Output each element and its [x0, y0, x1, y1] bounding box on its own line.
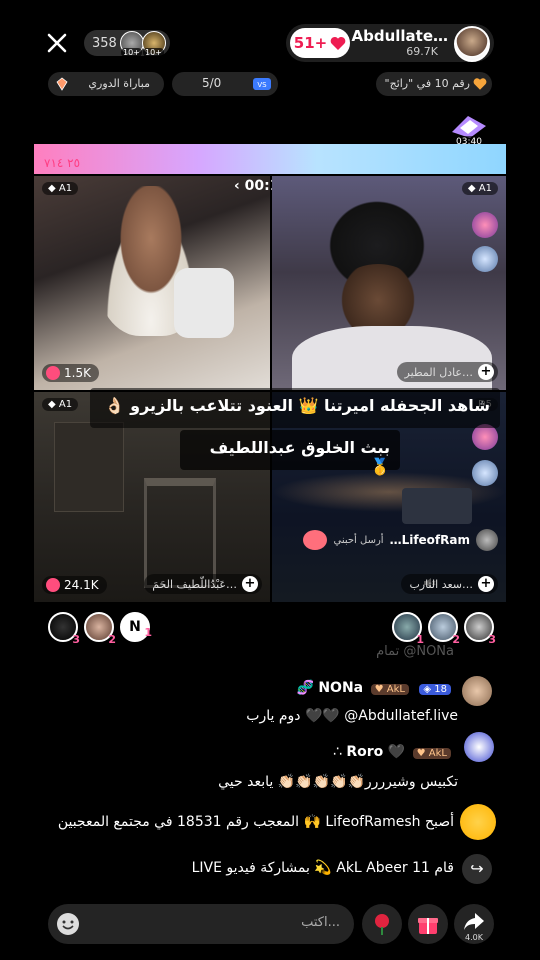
chat-message: Abdullatef.live@ 🖤🖤 دوم يارب	[246, 708, 458, 724]
room-shelf	[54, 422, 124, 512]
guest-score: 24.1K	[42, 576, 107, 594]
top-gifter-avatar[interactable]: 1	[392, 612, 424, 646]
guest-tag: أرسل أحبني	[333, 534, 384, 546]
guest-name: LifeofRam…	[389, 533, 470, 547]
host-avatar[interactable]	[454, 26, 490, 62]
level-badge: 18 ◈	[419, 684, 451, 695]
chat-message: تكبيس وشيرررر👏🏻👏🏻👏🏻👏🏻👏🏻 يابعد حيي	[218, 774, 458, 790]
score-bar: ٢٥ ٧١٤	[34, 144, 506, 174]
rank-label: رقم 10 في "رائج"	[384, 77, 470, 90]
close-button[interactable]	[44, 30, 70, 56]
league-match-chip[interactable]: مباراة الدوري	[48, 72, 164, 96]
score-icon	[46, 578, 60, 592]
cloud-icon[interactable]	[472, 460, 498, 486]
rose-gift-button[interactable]	[362, 904, 402, 944]
system-message: أصبح LifeofRamesh 🙌 المعجب رقم 18531 في …	[57, 814, 454, 830]
host-likes: 69.7K	[406, 45, 438, 58]
chat-user-line[interactable]: AkL ♥ 🖤 Roro ∴	[333, 744, 454, 760]
guest-name: عَبْدُاللّطيف الحَمَ…	[152, 577, 237, 591]
chat-username: Roro	[346, 744, 384, 760]
chat-faded: NONa@ تمام	[376, 644, 454, 659]
svg-text:VS: VS	[257, 81, 267, 89]
rank-number: 2	[108, 633, 116, 646]
guest-name-tag[interactable]: عادل المطير… +	[396, 362, 498, 382]
guest-name: سعد التارب…	[409, 577, 473, 591]
chat-username: NONa	[318, 680, 364, 696]
character-icon	[303, 530, 328, 550]
pinned-message: شاهد الجحفله اميرتنا 👑 العنود تتلاعب بال…	[90, 388, 500, 428]
club-badge: AkL ♥	[412, 748, 451, 759]
level-badge: ◆ A1	[42, 182, 79, 195]
add-icon[interactable]: +	[242, 576, 258, 592]
viewer-badge: 10+	[121, 48, 142, 57]
top-gifter-avatar[interactable]: 3	[48, 612, 80, 646]
match-score-chip[interactable]: 5/0 VS	[172, 72, 278, 96]
multi-guest-grid: ٢٥ ٧١٤ ◆ A1 1.5K ‹ 00:19 ◇ ◆ A1 عادل الم…	[34, 140, 506, 602]
add-icon[interactable]: +	[478, 576, 494, 592]
share-button[interactable]: 4.0K	[454, 904, 494, 944]
fan-club-icon	[460, 804, 496, 840]
share-arrow-icon	[464, 913, 484, 930]
level-badge: ◆ A1	[461, 182, 498, 195]
guest-name-tag[interactable]: عَبْدُاللّطيف الحَمَ… +	[144, 574, 262, 594]
rv-vehicle	[402, 488, 472, 524]
room-table	[144, 478, 216, 588]
match-score-label: 5/0	[202, 76, 222, 90]
viewer-badge: 10+	[143, 48, 164, 57]
chat-avatar[interactable]	[464, 732, 494, 762]
rank-number: 3	[488, 633, 496, 646]
avatar-letter: N	[129, 619, 141, 635]
microphone	[174, 268, 234, 338]
close-icon	[47, 33, 67, 53]
guest-name: عادل المطير…	[404, 365, 473, 379]
host-card[interactable]: 51+ Abdullate… 69.7K	[286, 24, 494, 62]
chat-user-line[interactable]: 18 ◈ AkL ♥ NONa 🧬	[296, 680, 454, 696]
score-value: ٢٥ ٧١٤	[44, 156, 81, 170]
chat-avatar[interactable]	[462, 676, 492, 706]
top-gifter-avatar[interactable]: 3	[464, 612, 496, 646]
guest-score-label: 24.1K	[64, 578, 99, 592]
level-badge: ◆ A1	[42, 398, 79, 411]
guest-join-tag[interactable]: LifeofRam… أرسل أحبني	[292, 528, 498, 552]
host-name: Abdullate…	[351, 27, 448, 45]
club-badge: AkL ♥	[370, 684, 409, 695]
top-gifter-avatar[interactable]: 2	[84, 612, 116, 646]
share-count: 4.0K	[465, 933, 483, 942]
rank-number: 3	[72, 633, 80, 646]
gift-box-icon	[418, 918, 438, 934]
emoji-icon[interactable]	[55, 911, 81, 937]
gem-icon	[56, 77, 68, 91]
league-label: مباراة الدوري	[88, 77, 150, 90]
viewer-count[interactable]: 358 10+ 10+	[84, 30, 170, 57]
pinned-message-2: ببث الخلوق عبداللطيف 🥇	[180, 430, 400, 476]
follow-count: 51+	[293, 34, 328, 52]
guest-name-tag[interactable]: سعد التارب… +	[401, 574, 498, 594]
comment-placeholder: اكتب...	[301, 915, 340, 930]
gift-icon[interactable]	[472, 212, 498, 238]
score-icon	[46, 366, 60, 380]
system-message: قام 11 AkL Abeer 💫 بمشاركة فيديو LIVE	[191, 860, 454, 876]
gift-button[interactable]	[408, 904, 448, 944]
rose-icon	[375, 914, 389, 935]
viewer-count-label: 358	[92, 35, 117, 51]
guest-video-2[interactable]: ◆ A1 عادل المطير… +	[272, 176, 506, 390]
heart-icon: 🖤	[387, 744, 406, 760]
cloud-icon[interactable]	[472, 246, 498, 272]
guest-video-1[interactable]: ◆ A1 1.5K	[34, 176, 270, 390]
guest-avatar	[476, 529, 498, 551]
top-gifter-avatar[interactable]: N 1	[120, 612, 152, 642]
guest-score: 1.5K	[42, 364, 99, 382]
heart-icon	[473, 78, 487, 90]
viewer-avatar[interactable]: 10+	[142, 31, 166, 57]
comment-input[interactable]: اكتب...	[48, 904, 354, 944]
top-gifter-avatar[interactable]: 2	[428, 612, 460, 646]
rank-number: 1	[144, 626, 152, 639]
versus-icon: VS	[253, 78, 271, 90]
viewer-avatar[interactable]: 10+	[120, 31, 144, 57]
guest-score-label: 1.5K	[64, 366, 91, 380]
trending-rank-chip[interactable]: رقم 10 في "رائج"	[376, 72, 492, 96]
add-icon[interactable]: +	[478, 364, 494, 380]
share-icon: ↪	[462, 854, 492, 884]
